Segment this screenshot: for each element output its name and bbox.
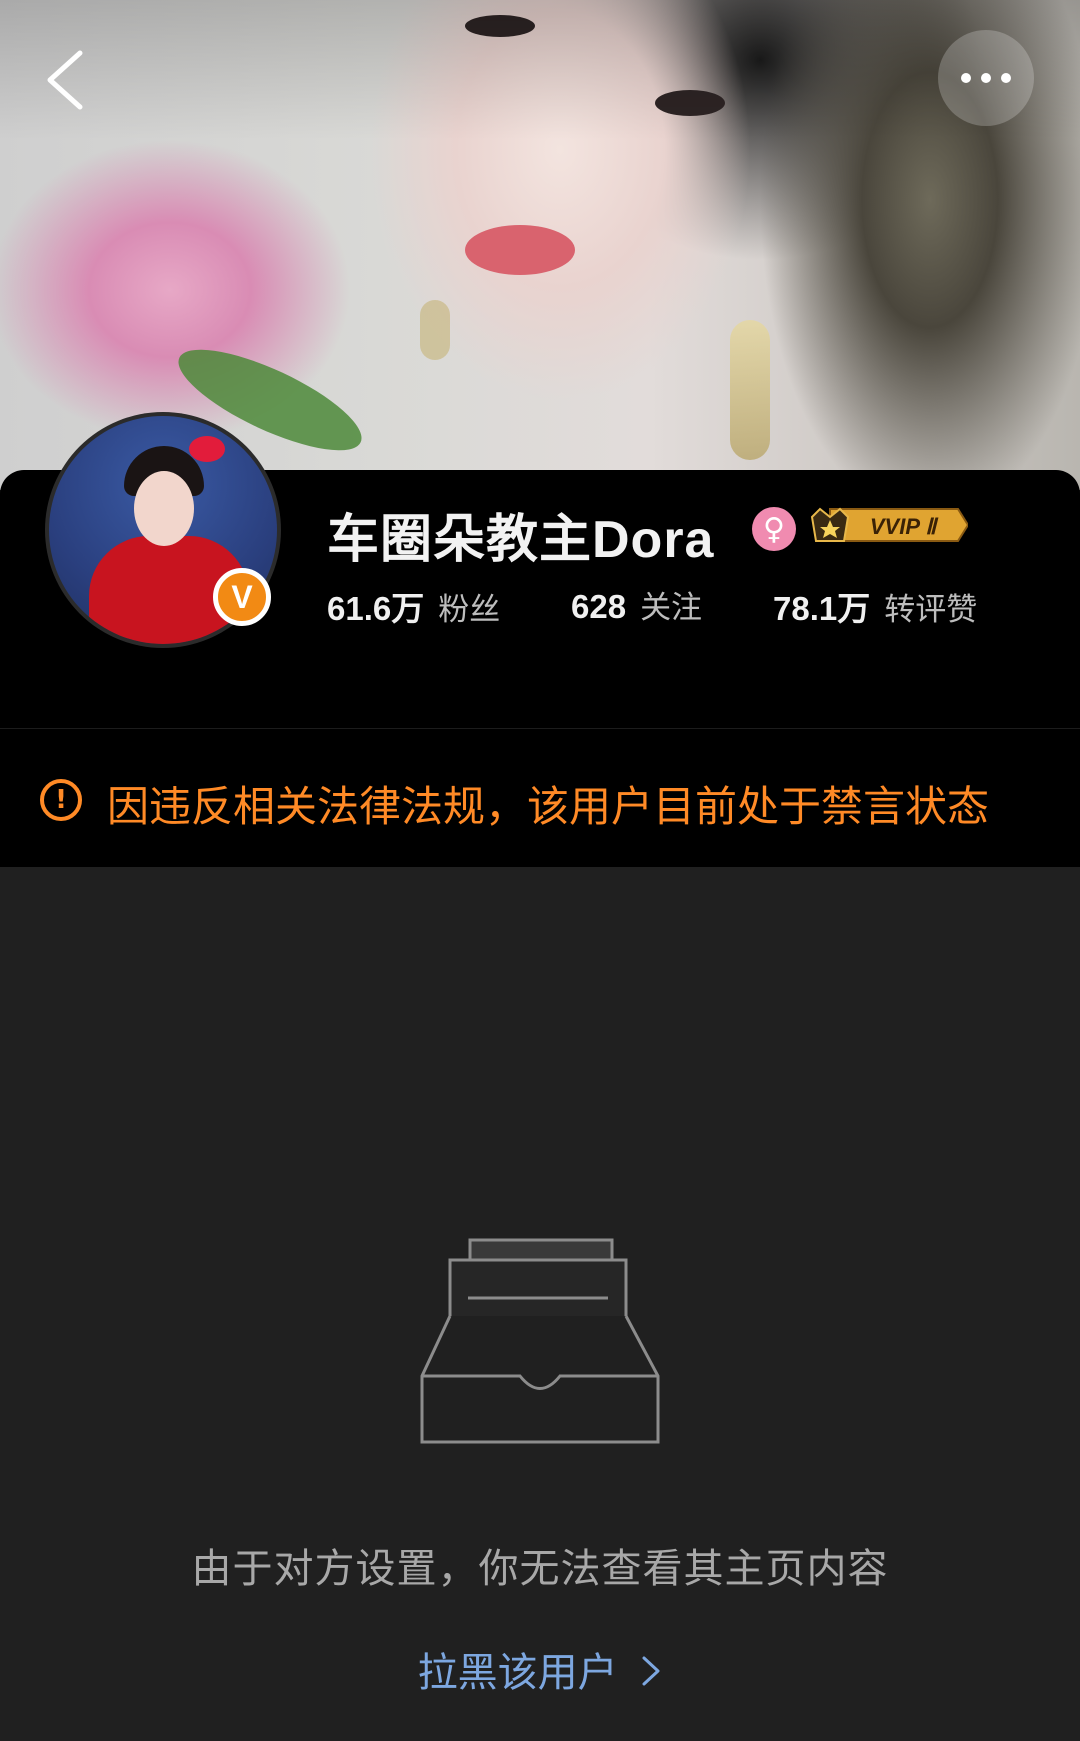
- cover-detail: [730, 320, 770, 460]
- stat-label: 关注: [640, 590, 703, 626]
- ban-notice-text: 因违反相关法律法规，该用户目前处于禁言状态: [107, 782, 990, 831]
- stat-number: 628: [571, 588, 627, 625]
- vip-label: VVIP Ⅱ: [870, 514, 939, 539]
- female-icon: ♀: [752, 507, 796, 551]
- more-horizontal-icon: [961, 73, 971, 83]
- cover-detail: [420, 300, 450, 360]
- empty-box-icon: [420, 1238, 660, 1444]
- block-user-link[interactable]: 拉黑该用户: [0, 1640, 1080, 1698]
- back-button[interactable]: [40, 45, 100, 115]
- verified-badge-icon: V: [213, 568, 271, 626]
- ban-notice[interactable]: ! 因违反相关法律法规，该用户目前处于禁言状态: [0, 728, 1080, 867]
- chevron-left-icon: [47, 50, 83, 110]
- chevron-right-icon: [642, 1656, 660, 1686]
- stat-followers[interactable]: 61.6万 粉丝: [327, 582, 500, 630]
- cover-detail: [465, 225, 575, 275]
- vvip-badge[interactable]: VVIP Ⅱ: [808, 503, 968, 547]
- more-button[interactable]: [938, 30, 1034, 126]
- stat-likes[interactable]: 78.1万 转评赞: [773, 582, 977, 630]
- stat-number: 78.1万: [773, 590, 871, 627]
- more-horizontal-icon: [981, 73, 991, 83]
- stat-number: 61.6万: [327, 590, 425, 627]
- avatar-detail: [134, 471, 194, 546]
- warning-icon: !: [40, 779, 82, 821]
- cover-shade: [0, 0, 1080, 140]
- stat-label: 转评赞: [884, 592, 978, 628]
- more-horizontal-icon: [1001, 73, 1011, 83]
- profile-name: 车圈朵教主Dora: [327, 511, 715, 569]
- stat-following[interactable]: 628 关注: [571, 582, 702, 627]
- empty-message: 由于对方设置，你无法查看其主页内容: [191, 1546, 889, 1592]
- avatar-detail: [189, 436, 225, 462]
- stat-label: 粉丝: [438, 592, 501, 628]
- block-user-label: 拉黑该用户: [417, 1650, 618, 1696]
